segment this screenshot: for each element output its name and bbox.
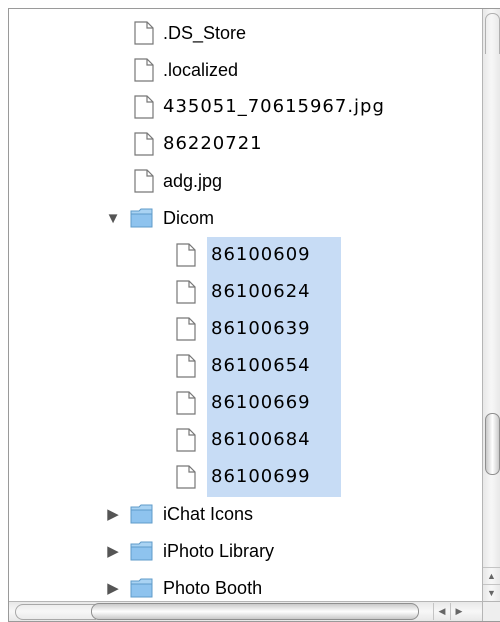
- file-label: 86100684: [211, 429, 311, 450]
- horizontal-scrollbar[interactable]: ◀ ▶: [9, 601, 500, 621]
- document-icon: [173, 459, 199, 495]
- scroll-left-arrow-icon[interactable]: ◀: [433, 603, 450, 620]
- file-label: 86220721: [163, 133, 263, 154]
- disclosure-triangle-collapsed-icon[interactable]: ▶: [103, 533, 123, 569]
- list-item[interactable]: 86100669: [9, 385, 483, 421]
- vertical-scroll-thumb[interactable]: [485, 413, 500, 475]
- folder-row-iphoto-library[interactable]: ▶ iPhoto Library: [9, 533, 483, 569]
- folder-row-ichat-icons[interactable]: ▶ iChat Icons: [9, 496, 483, 532]
- scroll-up-arrow-icon[interactable]: ▲: [483, 567, 500, 584]
- scrollbar-corner: [482, 601, 500, 621]
- scrollbar-track: [15, 604, 96, 620]
- folder-icon: [129, 200, 155, 236]
- folder-icon: [129, 570, 155, 601]
- file-label: 86100669: [211, 392, 311, 413]
- list-item[interactable]: 86100639: [9, 311, 483, 347]
- folder-label: Dicom: [163, 208, 215, 228]
- disclosure-triangle-collapsed-icon[interactable]: ▶: [103, 496, 123, 532]
- list-item[interactable]: .DS_Store: [9, 15, 483, 51]
- list-item[interactable]: 86220721: [9, 126, 483, 162]
- folder-row-photo-booth[interactable]: ▶ Photo Booth: [9, 570, 483, 601]
- horizontal-scroll-thumb[interactable]: [91, 603, 419, 620]
- list-item[interactable]: adg.jpg: [9, 163, 483, 199]
- folder-label: Photo Booth: [163, 578, 263, 598]
- document-icon: [173, 311, 199, 347]
- file-label: 86100609: [211, 244, 311, 265]
- file-label: 86100639: [211, 318, 311, 339]
- file-label: 435051_70615967.jpg: [163, 96, 385, 117]
- folder-row-dicom[interactable]: ▼ Dicom: [9, 200, 483, 236]
- list-item[interactable]: 86100684: [9, 422, 483, 458]
- disclosure-triangle-expanded-icon[interactable]: ▼: [103, 200, 123, 236]
- folder-label: iPhoto Library: [163, 541, 275, 561]
- vertical-scrollbar[interactable]: ▲ ▼: [482, 9, 500, 601]
- folder-icon: [129, 533, 155, 569]
- document-icon: [173, 237, 199, 273]
- document-icon: [131, 89, 157, 125]
- file-label: .DS_Store: [163, 23, 247, 43]
- file-label: .localized: [163, 60, 239, 80]
- list-item[interactable]: 86100624: [9, 274, 483, 310]
- document-icon: [173, 274, 199, 310]
- document-icon: [173, 385, 199, 421]
- scrollbar-track: [485, 13, 500, 54]
- file-label: adg.jpg: [163, 171, 223, 191]
- document-icon: [173, 348, 199, 384]
- document-icon: [131, 126, 157, 162]
- file-label: 86100624: [211, 281, 311, 302]
- file-browser-panel: .DS_Store .localized 435051_70615967.jpg…: [8, 8, 500, 622]
- document-icon: [131, 52, 157, 88]
- list-item[interactable]: 435051_70615967.jpg: [9, 89, 483, 125]
- list-item[interactable]: .localized: [9, 52, 483, 88]
- list-item[interactable]: 86100609: [9, 237, 483, 273]
- scroll-down-arrow-icon[interactable]: ▼: [483, 584, 500, 601]
- folder-label: iChat Icons: [163, 504, 254, 524]
- file-tree: .DS_Store .localized 435051_70615967.jpg…: [9, 9, 483, 601]
- file-label: 86100654: [211, 355, 311, 376]
- list-item[interactable]: 86100699: [9, 459, 483, 495]
- list-item[interactable]: 86100654: [9, 348, 483, 384]
- document-icon: [131, 163, 157, 199]
- disclosure-triangle-collapsed-icon[interactable]: ▶: [103, 570, 123, 601]
- scroll-right-arrow-icon[interactable]: ▶: [450, 603, 467, 620]
- document-icon: [131, 15, 157, 51]
- folder-icon: [129, 496, 155, 532]
- document-icon: [173, 422, 199, 458]
- file-label: 86100699: [211, 466, 311, 487]
